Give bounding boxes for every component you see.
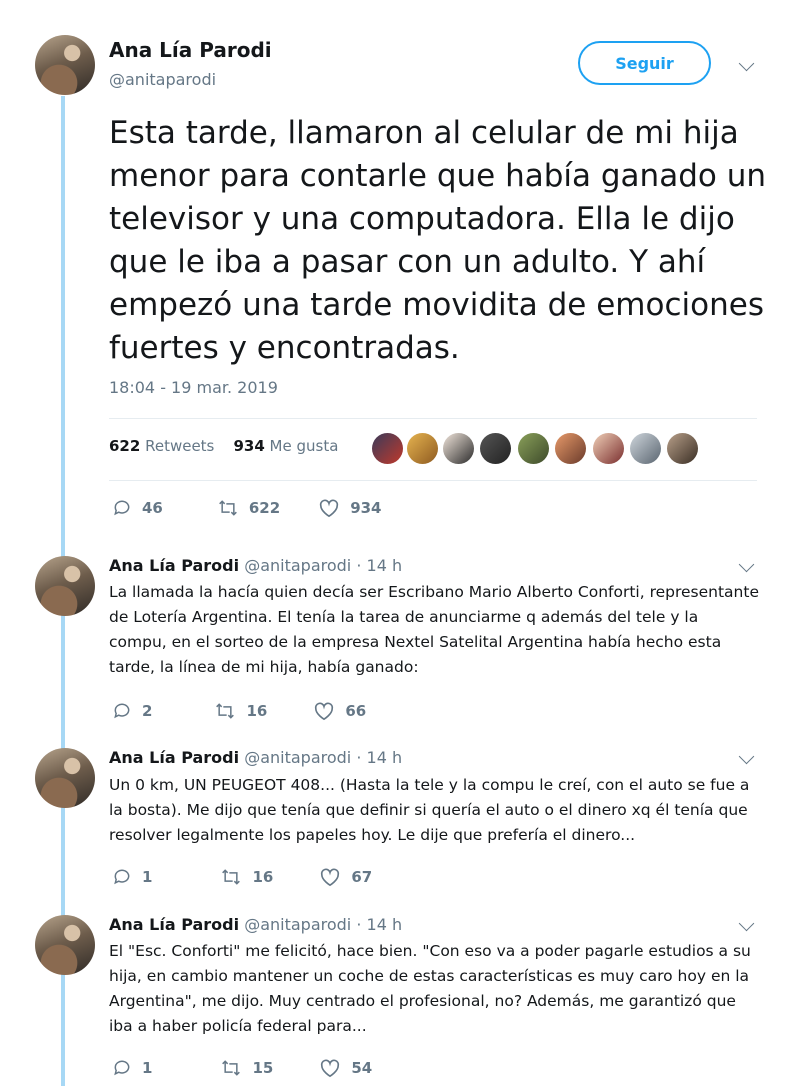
tweet-timestamp[interactable]: 18:04 - 19 mar. 2019 (109, 378, 278, 397)
liker-avatar[interactable] (518, 433, 549, 464)
chevron-down-icon[interactable] (738, 915, 755, 932)
tweet-actions: 46 622 934 (112, 498, 420, 518)
retweets-label[interactable]: Retweets (145, 437, 214, 455)
heart-icon (321, 868, 340, 887)
chevron-down-icon[interactable] (738, 556, 755, 573)
retweet-icon (222, 869, 241, 885)
like-count: 934 (350, 499, 382, 517)
liker-avatar[interactable] (630, 433, 661, 464)
likes-count[interactable]: 934 (233, 437, 264, 455)
like-count: 66 (345, 702, 367, 720)
liker-avatar[interactable] (593, 433, 624, 464)
retweet-count: 15 (252, 1059, 274, 1077)
reply-author-name[interactable]: Ana Lía Parodi (109, 556, 239, 575)
reply-header: Ana Lía Parodi @anitaparodi · 14 h (109, 748, 402, 767)
reply-icon (114, 703, 130, 719)
reply-actions: 1 16 67 (112, 867, 410, 887)
reply-button[interactable]: 1 (112, 867, 152, 887)
avatar[interactable] (35, 915, 95, 975)
retweet-button[interactable]: 16 (214, 701, 267, 721)
liker-avatar[interactable] (372, 433, 403, 464)
reply-text: Un 0 km, UN PEUGEOT 408... (Hasta la tel… (109, 776, 750, 844)
reply-handle-time[interactable]: @anitaparodi · 14 h (244, 915, 402, 934)
chevron-down-icon[interactable] (738, 55, 755, 72)
liker-avatar[interactable] (555, 433, 586, 464)
retweet-icon (222, 1060, 241, 1076)
reply-author-name[interactable]: Ana Lía Parodi (109, 915, 239, 934)
reply-handle-time[interactable]: @anitaparodi · 14 h (244, 748, 402, 767)
reply-actions: 2 16 66 (112, 701, 404, 721)
engagement-stats: 622 Retweets 934 Me gusta (109, 437, 338, 455)
heart-icon (315, 702, 334, 721)
liker-avatar[interactable] (407, 433, 438, 464)
like-button[interactable]: 67 (319, 867, 372, 887)
avatar[interactable] (35, 748, 95, 808)
author-handle[interactable]: @anitaparodi (109, 70, 216, 89)
reply-button[interactable]: 2 (112, 701, 152, 721)
reply-button[interactable]: 46 (112, 498, 163, 518)
like-count: 54 (351, 1059, 373, 1077)
heart-icon (321, 1059, 340, 1078)
retweet-button[interactable]: 16 (220, 867, 273, 887)
like-button[interactable]: 66 (313, 701, 366, 721)
author-name[interactable]: Ana Lía Parodi (109, 38, 272, 62)
liker-avatar[interactable] (443, 433, 474, 464)
reply-actions: 1 15 54 (112, 1058, 410, 1078)
reply-author-name[interactable]: Ana Lía Parodi (109, 748, 239, 767)
retweet-count: 622 (248, 499, 281, 517)
reply-count: 1 (142, 868, 153, 886)
avatar[interactable] (35, 35, 95, 95)
retweet-icon (216, 703, 235, 719)
liker-avatar[interactable] (667, 433, 698, 464)
chevron-down-icon[interactable] (738, 748, 755, 765)
reply-text: La llamada la hacía quien decía ser Escr… (109, 583, 759, 676)
like-button[interactable]: 54 (319, 1058, 372, 1078)
reply-header: Ana Lía Parodi @anitaparodi · 14 h (109, 556, 402, 575)
reply-text: El "Esc. Conforti" me felicitó, hace bie… (109, 942, 751, 1035)
divider (109, 480, 757, 481)
reply-icon (114, 1060, 130, 1076)
likes-label[interactable]: Me gusta (270, 437, 339, 455)
reply-handle-time[interactable]: @anitaparodi · 14 h (244, 556, 402, 575)
follow-button[interactable]: Seguir (578, 41, 711, 85)
retweet-count: 16 (252, 868, 274, 886)
retweet-count: 16 (246, 702, 268, 720)
avatar[interactable] (35, 556, 95, 616)
reply-icon (114, 500, 130, 516)
retweet-button[interactable]: 622 (217, 498, 280, 518)
divider (109, 418, 757, 419)
reply-icon (114, 869, 130, 885)
like-count: 67 (351, 868, 373, 886)
reply-count: 1 (142, 1059, 153, 1077)
tweet-text: Esta tarde, llamaron al celular de mi hi… (109, 115, 766, 366)
reply-count: 2 (142, 702, 153, 720)
reply-button[interactable]: 1 (112, 1058, 152, 1078)
like-button[interactable]: 934 (318, 498, 382, 518)
heart-icon (320, 499, 339, 518)
retweet-icon (219, 500, 237, 516)
reply-header: Ana Lía Parodi @anitaparodi · 14 h (109, 915, 402, 934)
retweets-count[interactable]: 622 (109, 437, 140, 455)
liker-avatar[interactable] (480, 433, 511, 464)
retweet-button[interactable]: 15 (220, 1058, 273, 1078)
reply-count: 46 (142, 499, 163, 517)
